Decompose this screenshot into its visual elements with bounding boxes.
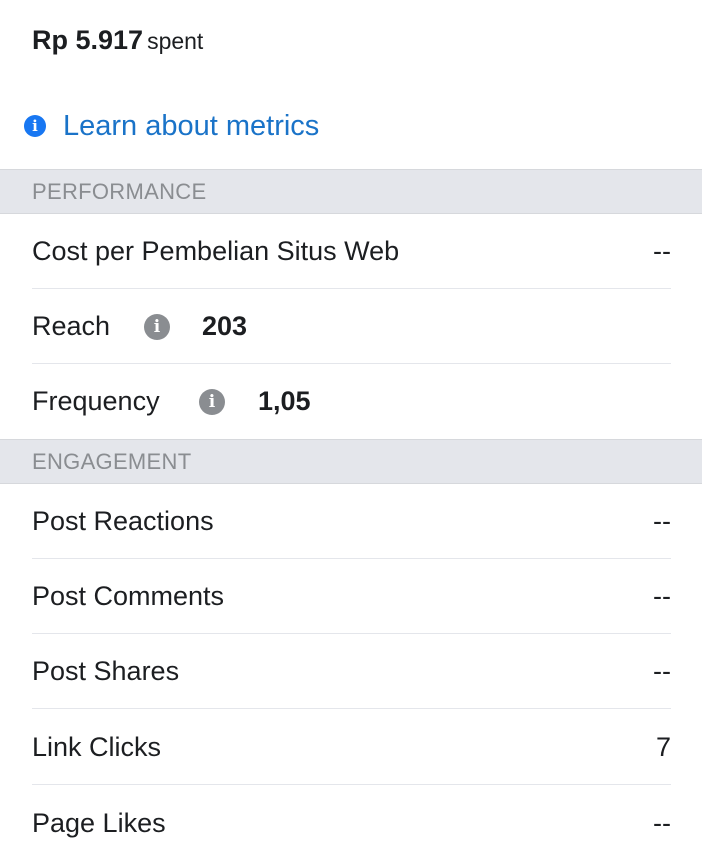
metric-label: Link Clicks <box>32 732 162 762</box>
metric-value: 203 <box>202 311 248 341</box>
amount-spent: Rp 5.917 spent <box>32 22 203 58</box>
metric-label: Page Likes <box>32 808 166 838</box>
metric-label: Reach <box>32 311 111 341</box>
metric-row-post-comments[interactable]: Post Comments -- <box>32 559 671 634</box>
learn-about-metrics-link[interactable]: i Learn about metrics <box>24 106 319 146</box>
metric-row-post-reactions[interactable]: Post Reactions -- <box>32 484 671 559</box>
metric-row-cost-per-pembelian-situs-web[interactable]: Cost per Pembelian Situs Web -- <box>32 214 671 289</box>
metric-row-page-likes[interactable]: Page Likes -- <box>32 786 671 861</box>
amount-spent-value: Rp 5.917 <box>32 25 144 55</box>
info-icon[interactable]: i <box>144 314 170 340</box>
metric-value: -- <box>653 808 671 838</box>
metric-label: Frequency <box>32 386 160 416</box>
learn-about-metrics-label: Learn about metrics <box>63 109 320 142</box>
metric-label: Cost per Pembelian Situs Web <box>32 236 400 266</box>
info-icon[interactable]: i <box>199 389 225 415</box>
metric-row-reach[interactable]: Reach i 203 <box>32 289 671 364</box>
metric-value: -- <box>653 656 671 686</box>
section-title-performance: PERFORMANCE <box>32 179 207 204</box>
metric-value: -- <box>653 236 671 266</box>
amount-spent-suffix: spent <box>147 28 204 54</box>
info-icon: i <box>24 115 46 137</box>
metric-value: -- <box>653 581 671 611</box>
metric-row-link-clicks[interactable]: Link Clicks 7 <box>32 710 671 785</box>
metric-row-post-shares[interactable]: Post Shares -- <box>32 634 671 709</box>
metric-value: 1,05 <box>258 386 311 416</box>
metric-label: Post Reactions <box>32 506 214 536</box>
section-header-engagement: ENGAGEMENT <box>0 439 702 484</box>
metric-label: Post Comments <box>32 581 225 611</box>
metric-row-frequency[interactable]: Frequency i 1,05 <box>32 364 671 439</box>
section-title-engagement: ENGAGEMENT <box>32 449 192 474</box>
metric-value: 7 <box>655 732 671 762</box>
section-header-performance: PERFORMANCE <box>0 169 702 214</box>
metric-label: Post Shares <box>32 656 180 686</box>
metric-value: -- <box>653 506 671 536</box>
